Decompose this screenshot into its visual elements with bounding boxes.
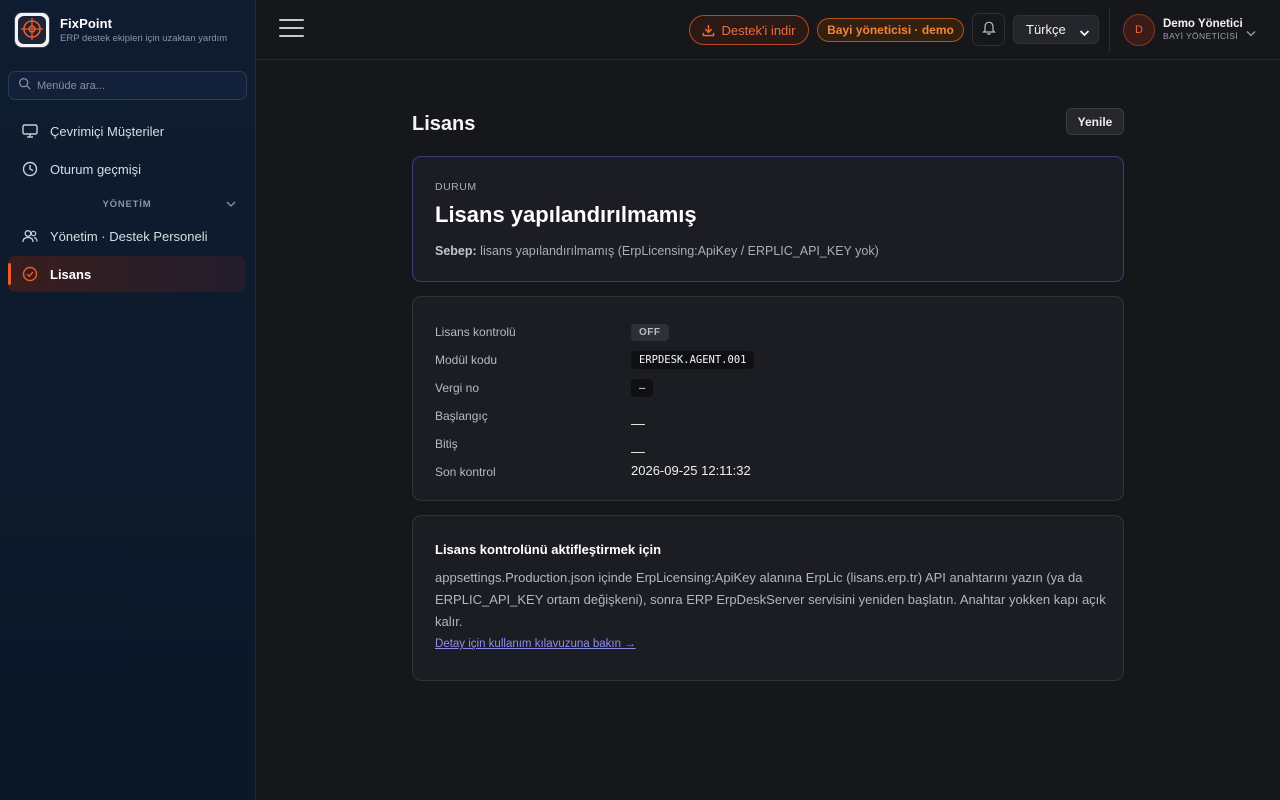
- menu-search: [8, 71, 247, 100]
- detail-row-end: Bitiş: [435, 435, 1095, 454]
- info-body: appsettings.Production.json içinde ErpLi…: [435, 570, 1106, 629]
- detail-label: Başlangıç: [435, 409, 488, 423]
- section-label: YÖNETİM: [102, 199, 152, 210]
- search-icon: [18, 77, 31, 95]
- brand[interactable]: FixPoint ERP destek ekipleri için uzakta…: [14, 12, 227, 48]
- last-check-value: 2026-09-25 12:11:32: [631, 463, 751, 478]
- sidebar-item-label: Lisans: [50, 266, 92, 282]
- menu-search-input[interactable]: [37, 79, 237, 92]
- detail-label: Vergi no: [435, 381, 480, 395]
- detail-label: Bitiş: [435, 437, 458, 451]
- detail-label: Son kontrol: [435, 465, 496, 479]
- detail-row-license-control: Lisans kontrolü OFF: [435, 323, 1095, 341]
- sidebar-item-online-customers[interactable]: Çevrimiçi Müşteriler: [8, 113, 246, 149]
- chevron-down-icon[interactable]: [1246, 24, 1256, 42]
- sidebar-item-label: Yönetim · Destek Personeli: [50, 228, 208, 244]
- module-code-value: ERPDESK.AGENT.001: [631, 351, 755, 369]
- status-card: DURUM Lisans yapılandırılmamış Sebep: li…: [412, 156, 1124, 282]
- reason-text: lisans yapılandırılmamış (ErpLicensing:A…: [480, 244, 879, 258]
- detail-label: Modül kodu: [435, 353, 498, 367]
- download-support-button[interactable]: Destek'i indir: [689, 15, 809, 45]
- chevron-down-icon: [1079, 25, 1090, 40]
- sidebar-item-label: Oturum geçmişi: [50, 161, 142, 177]
- notifications-button[interactable]: [972, 13, 1005, 46]
- avatar[interactable]: D: [1123, 14, 1155, 46]
- chevron-down-icon: [226, 200, 236, 211]
- user-menu[interactable]: Demo Yönetici BAYİ YÖNETİCİSİ: [1163, 18, 1243, 41]
- bell-icon: [981, 20, 996, 40]
- sidebar: FixPoint ERP destek ekipleri için uzakta…: [0, 0, 256, 800]
- role-badge: Bayi yöneticisi · demo: [817, 18, 964, 42]
- detail-row-start: Başlangıç: [435, 407, 1095, 426]
- monitor-icon: [22, 123, 38, 139]
- language-select[interactable]: Türkçe: [1013, 15, 1099, 44]
- status-reason: Sebep: lisans yapılandırılmamış (ErpLice…: [435, 244, 879, 258]
- detail-row-tax-no: Vergi no —: [435, 379, 1095, 397]
- users-icon: [22, 228, 38, 244]
- download-label: Destek'i indir: [721, 22, 796, 38]
- sidebar-item-session-history[interactable]: Oturum geçmişi: [8, 151, 246, 187]
- fixpoint-logo: [14, 12, 50, 48]
- empty-value-dash: [631, 452, 645, 454]
- status-label: DURUM: [435, 181, 477, 193]
- detail-row-module-code: Modül kodu ERPDESK.AGENT.001: [435, 351, 1095, 369]
- brand-tagline: ERP destek ekipleri için uzaktan yardım: [60, 33, 228, 44]
- brand-name: FixPoint: [60, 16, 113, 31]
- status-badge: OFF: [631, 324, 669, 341]
- download-icon: [702, 24, 715, 37]
- user-role: BAYİ YÖNETİCİSİ: [1163, 31, 1239, 41]
- activation-info-card: Lisans kontrolünü aktifleştirmek için ap…: [412, 515, 1124, 681]
- user-guide-link[interactable]: Detay için kullanım kılavuzuna bakın →: [435, 638, 636, 650]
- detail-row-last-check: Son kontrol 2026-09-25 12:11:32: [435, 463, 1095, 481]
- topbar-divider: [1109, 8, 1110, 52]
- refresh-button[interactable]: Yenile: [1066, 108, 1124, 135]
- sidebar-item-label: Çevrimiçi Müşteriler: [50, 123, 165, 139]
- check-circle-icon: [22, 266, 38, 282]
- sidebar-item-license[interactable]: Lisans: [8, 256, 246, 292]
- detail-label: Lisans kontrolü: [435, 325, 516, 339]
- status-title: Lisans yapılandırılmamış: [435, 202, 697, 227]
- reason-label: Sebep:: [435, 244, 477, 258]
- tax-no-value: —: [631, 379, 654, 397]
- language-value: Türkçe: [1026, 22, 1066, 37]
- user-name: Demo Yönetici: [1163, 18, 1243, 30]
- sidebar-section-management[interactable]: YÖNETİM: [8, 199, 246, 213]
- clock-icon: [22, 161, 38, 177]
- empty-value-dash: [631, 424, 645, 426]
- page-title: Lisans: [412, 113, 476, 135]
- sidebar-item-support-staff[interactable]: Yönetim · Destek Personeli: [8, 218, 246, 254]
- menu-toggle-icon[interactable]: [279, 19, 304, 41]
- topbar: Destek'i indir Bayi yöneticisi · demo Tü…: [256, 0, 1280, 60]
- license-details-card: Lisans kontrolü OFF Modül kodu ERPDESK.A…: [412, 296, 1124, 501]
- info-title: Lisans kontrolünü aktifleştirmek için: [435, 542, 662, 557]
